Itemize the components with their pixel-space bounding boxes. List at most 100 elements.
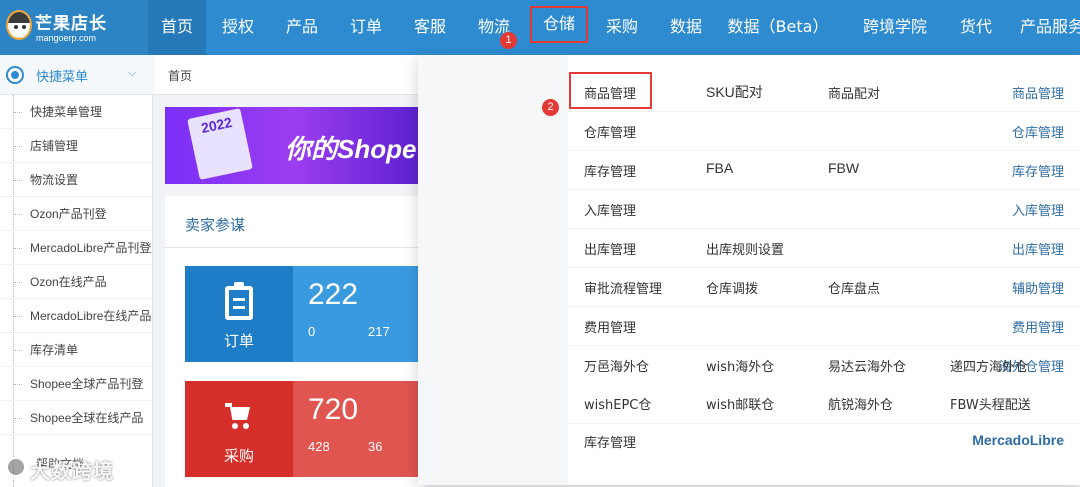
panel-title: 卖家参谋 — [185, 216, 246, 234]
link-approval-flow[interactable]: 审批流程管理 — [584, 278, 662, 297]
link-sku-pairing[interactable]: SKU配对 — [706, 82, 763, 102]
nav-home[interactable]: 首页 — [148, 0, 206, 55]
orders-sub-1: 0 — [308, 324, 316, 339]
nav-products[interactable]: 产品 — [274, 0, 330, 55]
sidebar-item-shopee-global-online[interactable]: Shopee全球在线产品 — [0, 401, 152, 435]
link-fba[interactable]: FBA — [706, 160, 733, 176]
sidebar-item-label: MercadoLibre产品刊登 — [30, 241, 152, 255]
link-product-pairing[interactable]: 商品配对 — [828, 83, 880, 102]
purchasing-stat-card[interactable]: 采购 720 428 36 — [185, 381, 425, 477]
row-divider — [568, 423, 1080, 424]
sidebar-item-label: MercadoLibre在线产品 — [30, 309, 152, 323]
divider — [165, 247, 425, 248]
link-fbw-first-leg[interactable]: FBW头程配送 — [950, 394, 1031, 413]
row-divider — [568, 306, 1080, 307]
nav-data[interactable]: 数据 — [658, 0, 714, 55]
link-warehouse-transfer[interactable]: 仓库调拨 — [706, 278, 758, 297]
cart-icon — [225, 403, 253, 431]
sidebar-item-ozon-online[interactable]: Ozon在线产品 — [0, 265, 152, 299]
link-outbound-management[interactable]: 出库管理 — [584, 239, 636, 258]
sidebar-item-label: Shopee全球产品刊登 — [30, 377, 144, 391]
nav-data-beta[interactable]: 数据（Beta） — [722, 0, 834, 55]
breadcrumb-home[interactable]: 首页 — [168, 67, 192, 84]
quick-menu-header[interactable]: 快捷菜单 ⌵ — [0, 55, 153, 95]
purchasing-sub-2: 36 — [368, 439, 383, 454]
link-wish-youlian[interactable]: wish邮联仓 — [706, 394, 774, 413]
orders-total: 222 — [308, 278, 359, 311]
sidebar-item-logistics-settings[interactable]: 物流设置 — [0, 163, 152, 197]
link-wish-overseas[interactable]: wish海外仓 — [706, 356, 774, 375]
dropdown-category-cost-management[interactable]: 费用管理 — [1012, 317, 1064, 336]
dropdown-category-mercadolibre[interactable]: MercadoLibre — [972, 432, 1064, 448]
dropdown-category-inbound-management[interactable]: 入库管理 — [1012, 200, 1064, 219]
nav-warehouse[interactable]: 仓储 — [530, 6, 588, 43]
nav-authorization[interactable]: 授权 — [210, 0, 266, 55]
sidebar-item-label: Ozon在线产品 — [30, 275, 107, 289]
purchasing-total: 720 — [308, 393, 359, 426]
logo[interactable]: 芒果店长 mangoerp.com — [0, 0, 148, 55]
orders-sub-2: 217 — [368, 324, 390, 339]
link-hangrui-overseas[interactable]: 航锐海外仓 — [828, 394, 893, 413]
orders-stat-numbers: 222 0 217 — [293, 266, 425, 362]
orders-stat-card[interactable]: 订单 222 0 217 — [185, 266, 425, 362]
nav-customer-service[interactable]: 客服 — [402, 0, 458, 55]
dropdown-category-goods-management[interactable]: 商品管理 — [1012, 83, 1064, 102]
sidebar-item-mercadolibre-online[interactable]: MercadoLibre在线产品 — [0, 299, 152, 333]
link-wanyi-overseas[interactable]: 万邑海外仓 — [584, 356, 649, 375]
step-badge-2: 2 — [542, 99, 559, 116]
link-warehouse-stocktake[interactable]: 仓库盘点 — [828, 278, 880, 297]
logo-title: 芒果店长 — [35, 14, 107, 34]
link-inbound-management[interactable]: 入库管理 — [584, 200, 636, 219]
dropdown-category-outbound-management[interactable]: 出库管理 — [1012, 239, 1064, 258]
nav-product-services[interactable]: 产品服务 — [1012, 0, 1080, 55]
dropdown-category-warehouse-management[interactable]: 仓库管理 — [1012, 122, 1064, 141]
sidebar-item-mercadolibre-listing[interactable]: MercadoLibre产品刊登 — [0, 231, 152, 265]
top-nav: 芒果店长 mangoerp.com 首页 授权 产品 订单 客服 物流 仓储 采… — [0, 0, 1080, 55]
nav-purchasing[interactable]: 采购 — [594, 0, 650, 55]
watermark-text: 大数跨境 — [30, 459, 114, 483]
row-divider — [568, 111, 1080, 112]
highlight-box — [569, 72, 652, 109]
link-outbound-rules[interactable]: 出库规则设置 — [706, 239, 784, 258]
purchasing-sub-1: 428 — [308, 439, 330, 454]
sidebar-item-shopee-global-listing[interactable]: Shopee全球产品刊登 — [0, 367, 152, 401]
promo-banner[interactable]: 2022 你的Shope — [165, 107, 425, 184]
nav-orders[interactable]: 订单 — [338, 0, 394, 55]
chevron-down-icon: ⌵ — [128, 66, 137, 79]
dropdown-category-inventory-management[interactable]: 库存管理 — [1012, 161, 1064, 180]
link-4px-overseas[interactable]: 递四方海外仓 — [950, 356, 1028, 375]
sidebar-item-label: Shopee全球在线产品 — [30, 411, 144, 425]
sidebar-item-label: 物流设置 — [30, 173, 79, 187]
mascot-icon — [6, 10, 32, 40]
sidebar-item-label: 快捷菜单管理 — [30, 105, 103, 119]
link-fbw[interactable]: FBW — [828, 160, 859, 176]
sidebar-item-store-management[interactable]: 店铺管理 — [0, 129, 152, 163]
gear-icon — [8, 68, 22, 82]
help-icon — [6, 457, 26, 477]
sidebar-item-label: Ozon产品刊登 — [30, 207, 107, 221]
logo-subtitle: mangoerp.com — [36, 33, 97, 43]
nav-freight-forwarding[interactable]: 货代 — [948, 0, 1004, 55]
purchasing-stat-label: 采购 — [223, 447, 254, 465]
clipboard-icon — [225, 282, 253, 320]
dropdown-category-auxiliary-management[interactable]: 辅助管理 — [1012, 278, 1064, 297]
link-cost-management[interactable]: 费用管理 — [584, 317, 636, 336]
link-warehouse-management[interactable]: 仓库管理 — [584, 122, 636, 141]
dropdown-category-column — [418, 55, 568, 485]
link-wish-epc[interactable]: wishEPC仓 — [584, 394, 651, 413]
nav-academy[interactable]: 跨境学院 — [852, 0, 938, 55]
link-mercadolibre-inventory[interactable]: 库存管理 — [584, 432, 636, 451]
row-divider — [568, 345, 1080, 346]
link-inventory-management[interactable]: 库存管理 — [584, 161, 636, 180]
row-divider — [568, 267, 1080, 268]
seller-advisor-panel: 卖家参谋 订单 222 0 217 采购 720 428 36 — [165, 196, 425, 487]
warehouse-dropdown-menu: 商品管理 仓库管理 库存管理 入库管理 出库管理 辅助管理 费用管理 海外仓管理… — [418, 55, 1080, 485]
sidebar-item-inventory-list[interactable]: 库存清单 — [0, 333, 152, 367]
quick-menu-label: 快捷菜单 — [36, 70, 89, 85]
link-yidayun-overseas[interactable]: 易达云海外仓 — [828, 356, 906, 375]
sidebar-item-quick-menu-management[interactable]: 快捷菜单管理 — [0, 95, 152, 129]
row-divider — [568, 150, 1080, 151]
sidebar-item-label: 店铺管理 — [30, 139, 79, 153]
purchasing-stat-numbers: 720 428 36 — [293, 381, 425, 477]
sidebar-item-ozon-listing[interactable]: Ozon产品刊登 — [0, 197, 152, 231]
